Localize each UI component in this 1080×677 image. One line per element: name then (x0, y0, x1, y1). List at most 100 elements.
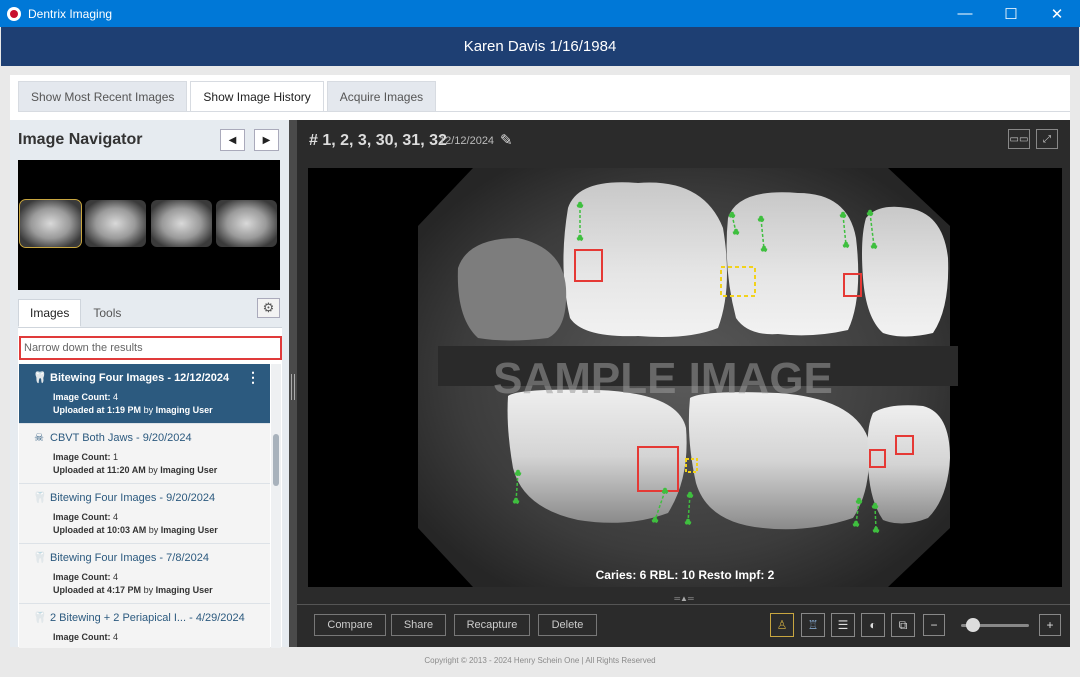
count-label: Image Count: (53, 392, 111, 402)
by-label: by (148, 465, 158, 475)
split-view-icon: ▭▭ (1009, 133, 1029, 145)
previous-image-button[interactable]: ◀ (220, 129, 245, 151)
fullscreen-button[interactable]: ⤢ (1036, 129, 1058, 149)
title-bar: Dentrix Imaging — ☐ ✕ (0, 0, 1080, 27)
share-button[interactable]: Share (391, 614, 446, 636)
by-label: by (148, 525, 159, 535)
upload-user: Imaging User (155, 585, 213, 595)
list-item[interactable]: ☠ CBVT Both Jaws - 9/20/2024 Image Count:… (19, 424, 270, 484)
uploaded-label: Uploaded at (53, 405, 105, 415)
tab-acquire-images[interactable]: Acquire Images (326, 81, 437, 112)
by-label: by (143, 585, 154, 595)
image-viewer: # 1, 2, 3, 30, 31, 32 12/12/2024 ✎ ▭▭ ⤢ (297, 120, 1070, 647)
uploaded-label: Uploaded at (53, 585, 105, 595)
tab-most-recent-images[interactable]: Show Most Recent Images (18, 81, 188, 112)
thumbnail-2[interactable] (85, 200, 146, 247)
list-item[interactable]: 🦷 Bitewing Four Images - 7/8/2024 Image C… (19, 544, 270, 604)
navigator-subtabs: Images Tools (18, 299, 133, 327)
upload-time: 10:03 AM (107, 525, 147, 535)
viewer-header: # 1, 2, 3, 30, 31, 32 12/12/2024 ✎ ▭▭ ⤢ (297, 120, 1070, 164)
compare-layout-button[interactable]: ▭▭ (1008, 129, 1030, 149)
image-list-area: Narrow down the results 🦷 Bitewing Four I… (18, 327, 282, 648)
contrast-button[interactable]: ◐ (861, 613, 885, 637)
tabs-divider (18, 111, 1070, 112)
minimize-button[interactable]: — (942, 0, 988, 27)
upload-time: 4:17 PM (107, 585, 142, 595)
thumbnail-1[interactable] (19, 199, 82, 248)
upper-tooth-3 (862, 206, 949, 337)
list-item-title: Bitewing Four Images - 12/12/2024 (50, 371, 230, 384)
implant-tool-button[interactable]: ♖ (801, 613, 825, 637)
search-input[interactable]: Narrow down the results (19, 336, 282, 360)
upload-user: Imaging User (160, 465, 218, 475)
panel-splitter[interactable] (289, 120, 297, 647)
image-navigator-panel: Image Navigator ◀ ▶ Images Tools ⚙ Narro… (10, 120, 289, 648)
tab-image-history[interactable]: Show Image History (190, 81, 324, 112)
close-button[interactable]: ✕ (1034, 0, 1080, 27)
sample-watermark: SAMPLE IMAGE (493, 354, 833, 403)
bitewing-xray-image: SAMPLE IMAGE (418, 168, 958, 587)
upload-user: Imaging User (160, 525, 218, 535)
count-label: Image Count: (53, 632, 111, 642)
tooth-icon: 🦷 (33, 552, 47, 564)
footer-copyright: Copyright © 2013 - 2024 Henry Schein One… (424, 656, 656, 665)
tooth-icon: 🦷 (33, 612, 47, 624)
patient-header: Karen Davis 1/16/1984 (1, 27, 1079, 66)
window-title: Dentrix Imaging (28, 6, 113, 21)
tooth-icon: 🦷 (33, 492, 47, 504)
viewer-toolbar: Compare Share Recapture Delete ♙ ♖ ☰ ◐ ⧉… (297, 605, 1070, 647)
app-logo-icon (7, 6, 21, 21)
count-label: Image Count: (53, 512, 111, 522)
maximize-button[interactable]: ☐ (988, 0, 1034, 27)
copy-icon: ⧉ (898, 617, 908, 632)
list-item[interactable]: 🦷 Bitewing Four Images - 12/12/2024 Image… (19, 364, 270, 424)
splitter-grip-icon (291, 374, 295, 400)
adjust-button[interactable]: ☰ (831, 613, 855, 637)
upload-user: Imaging User (155, 405, 213, 415)
scrollbar-thumb[interactable] (273, 434, 279, 486)
next-image-button[interactable]: ▶ (254, 129, 279, 151)
list-item[interactable]: 🦷 Bitewing Four Images - 9/20/2024 Image … (19, 484, 270, 544)
image-count: 4 (113, 632, 119, 642)
uploaded-label: Uploaded at (53, 525, 105, 535)
upper-tooth-2 (726, 192, 859, 336)
gear-icon: ⚙ (262, 300, 275, 315)
xray-image-area[interactable]: SAMPLE IMAGE Caries: 6 RBL: 10 Resto Imp… (308, 168, 1062, 587)
thumbnail-4[interactable] (216, 200, 277, 247)
skull-icon: ☠ (34, 432, 44, 444)
thumbnail-strip (18, 160, 280, 290)
upper-tooth-4 (457, 238, 567, 341)
count-label: Image Count: (53, 452, 111, 462)
chevron-right-icon: ▶ (262, 134, 271, 146)
tab-images[interactable]: Images (18, 299, 82, 327)
tooth-icon: 🦷 (33, 372, 47, 384)
image-count: 1 (113, 452, 119, 462)
image-list: 🦷 Bitewing Four Images - 12/12/2024 Image… (19, 364, 270, 648)
tooth-tool-button[interactable]: ♙ (770, 613, 794, 637)
main-tabs: Show Most Recent Images Show Image Histo… (18, 81, 439, 112)
uploaded-label: Uploaded at (53, 465, 105, 475)
zoom-slider-handle[interactable] (966, 618, 980, 632)
upper-tooth-1 (563, 182, 727, 337)
by-label: by (143, 405, 154, 415)
recapture-button[interactable]: Recapture (454, 614, 530, 636)
pencil-icon[interactable]: ✎ (500, 131, 513, 149)
zoom-out-button[interactable]: − (923, 614, 945, 636)
image-count: 4 (113, 512, 119, 522)
tab-tools[interactable]: Tools (81, 299, 133, 327)
image-count: 4 (113, 392, 119, 402)
resize-grip-icon[interactable]: ═▲═ (667, 595, 701, 603)
contrast-icon: ◐ (869, 618, 877, 632)
settings-button[interactable]: ⚙ (257, 298, 280, 318)
list-item[interactable]: 🦷 2 Bitewing + 2 Periapical I... - 4/29/2… (19, 604, 270, 648)
image-count: 4 (113, 572, 119, 582)
count-label: Image Count: (53, 572, 111, 582)
more-options-icon[interactable]: ⋮ (246, 370, 260, 384)
compare-button[interactable]: Compare (314, 614, 386, 636)
thumbnail-3[interactable] (151, 200, 212, 247)
zoom-in-button[interactable]: + (1039, 614, 1061, 636)
lower-tooth-2 (688, 392, 869, 530)
delete-button[interactable]: Delete (538, 614, 597, 636)
copy-button[interactable]: ⧉ (891, 613, 915, 637)
list-scrollbar[interactable] (271, 364, 281, 648)
